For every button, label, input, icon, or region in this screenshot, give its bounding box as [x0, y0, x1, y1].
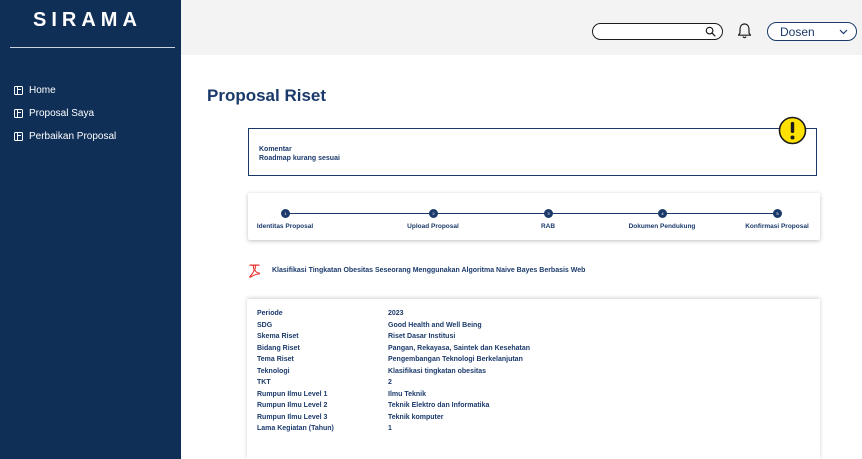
sidebar-nav: Home Proposal Saya Perbaikan Proposal — [14, 82, 116, 151]
proposal-file-link[interactable]: Klasifikasi Tingkatan Obesitas Seseorang… — [272, 267, 585, 274]
search-input[interactable] — [592, 23, 723, 40]
detail-value: 1 — [388, 425, 392, 432]
sidebar: SIRAMA Home Proposal Saya Perbaikan Prop… — [0, 0, 181, 459]
pdf-icon[interactable] — [249, 264, 260, 278]
detail-value: 2 — [388, 379, 392, 386]
detail-label: Rumpun Ilmu Level 1 — [257, 390, 328, 398]
sidebar-item-proposal-saya[interactable]: Proposal Saya — [14, 105, 116, 122]
sidebar-item-home[interactable]: Home — [14, 82, 116, 99]
detail-label: Skema Riset — [257, 333, 299, 340]
bell-icon[interactable] — [737, 22, 752, 40]
detail-value: Teknik komputer — [388, 413, 444, 421]
step-label: Konfirmasi Proposal — [745, 223, 809, 230]
step-label: RAB — [540, 223, 556, 230]
step-dot: 3 — [544, 209, 553, 218]
step-dot: 2 — [429, 209, 438, 218]
detail-label: Teknologi — [257, 367, 290, 375]
panel-icon — [14, 86, 23, 95]
step-label: Upload Proposal — [407, 223, 459, 230]
detail-value: Good Health and Well Being — [388, 321, 482, 329]
stepper-line — [285, 213, 779, 214]
detail-value: Pangan, Rekayasa, Saintek dan Kesehatan — [388, 344, 531, 352]
alert-icon — [778, 116, 807, 145]
chevron-down-icon — [839, 29, 848, 35]
role-value: Dosen — [780, 25, 815, 39]
detail-label: Rumpun Ilmu Level 3 — [257, 413, 328, 421]
detail-label: Periode — [257, 310, 283, 317]
logo-divider — [10, 47, 175, 48]
sidebar-item-label: Proposal Saya — [29, 108, 95, 119]
detail-value: Teknik Elektro dan Informatika — [388, 402, 490, 409]
proposal-details: Periode 2023 SDG Good Health and Well Be… — [247, 299, 820, 459]
detail-label: Lama Kegiatan (Tahun) — [257, 425, 334, 432]
detail-value: Klasifikasi tingkatan obesitas — [388, 367, 487, 375]
detail-value: Pengembangan Teknologi Berkelanjutan — [388, 356, 523, 363]
detail-label: Tema Riset — [257, 356, 294, 363]
comment-label: Komentar — [259, 146, 292, 153]
sidebar-item-label: Home — [29, 85, 56, 96]
step-label: Identitas Proposal — [256, 223, 314, 230]
detail-label: TKT — [257, 379, 271, 386]
panel-icon — [14, 132, 23, 141]
search-icon[interactable] — [705, 26, 716, 37]
progress-stepper: 1 Identitas Proposal 2 Upload Proposal 3… — [248, 193, 820, 240]
sidebar-item-label: Perbaikan Proposal — [29, 131, 117, 142]
page-title: Proposal Riset — [207, 86, 327, 105]
detail-value: Ilmu Teknik — [388, 390, 426, 398]
app-logo[interactable]: SIRAMA — [33, 9, 142, 32]
detail-value: Riset Dasar Institusi — [388, 333, 456, 340]
step-dot: 1 — [281, 209, 290, 218]
step-dot: 4 — [658, 209, 667, 218]
detail-label: Bidang Riset — [257, 344, 300, 352]
detail-label: Rumpun Ilmu Level 2 — [257, 402, 328, 409]
detail-label: SDG — [257, 321, 273, 329]
step-dot: 5 — [773, 209, 782, 218]
comment-box: Komentar Roadmap kurang sesuai — [248, 128, 817, 176]
panel-icon — [14, 109, 23, 118]
step-label: Dokumen Pendukung — [628, 223, 696, 230]
comment-text: Roadmap kurang sesuai — [259, 155, 340, 162]
topbar: Dosen — [181, 0, 862, 55]
detail-value: 2023 — [388, 310, 404, 317]
role-select[interactable]: Dosen — [767, 22, 857, 41]
sidebar-item-perbaikan-proposal[interactable]: Perbaikan Proposal — [14, 128, 116, 145]
